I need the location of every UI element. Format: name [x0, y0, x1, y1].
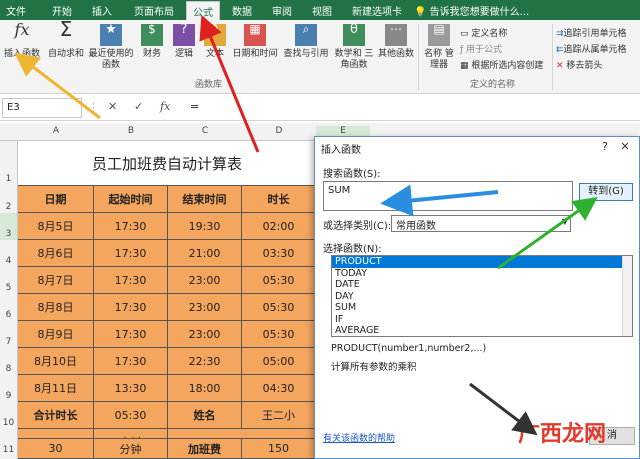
annotation-arrow-blue: [380, 184, 499, 217]
annotation-arrow-black: [469, 382, 538, 436]
annotation-arrows: [14, 14, 598, 436]
annotation-arrow-yellow: [14, 52, 101, 120]
annotation-arrow-green: [497, 197, 598, 270]
annotation-arrow-red: [199, 14, 260, 153]
